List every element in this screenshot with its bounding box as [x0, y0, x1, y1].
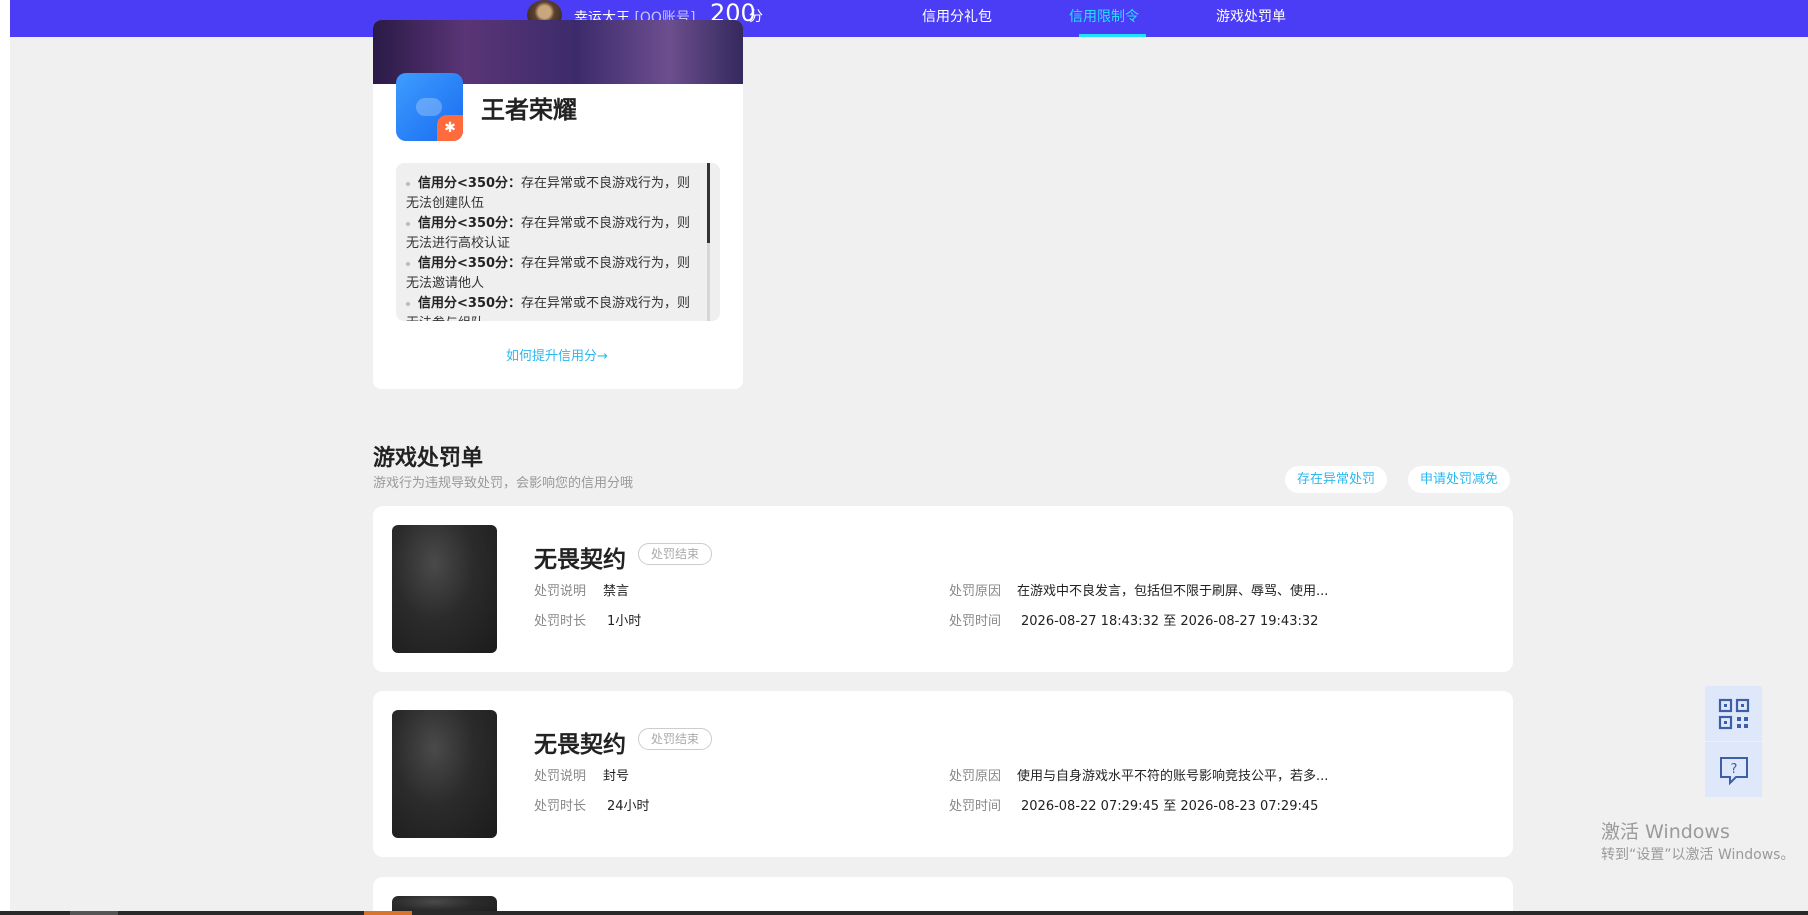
qrcode-icon	[1718, 698, 1750, 730]
taskbar-item[interactable]	[70, 911, 118, 915]
windows-activation-subtitle: 转到“设置”以激活 Windows。	[1601, 847, 1795, 863]
penalty-card[interactable]: 无畏契约 处罚结束 处罚说明 禁言 处罚时长 1小时 处罚原因 在游戏中不良发言…	[373, 506, 1513, 672]
gamepad-icon	[416, 98, 442, 116]
penalty-desc-value: 封号	[603, 769, 630, 784]
restriction-threshold: 信用分<350分：	[418, 296, 522, 311]
svg-text:?: ?	[1731, 762, 1738, 777]
help-chat-icon: ?	[1720, 757, 1748, 786]
penalty-game-name: 无畏契约	[534, 547, 626, 573]
penalty-duration-label: 处罚时长	[534, 799, 587, 814]
tab-credit-gift[interactable]: 信用分礼包	[922, 6, 992, 26]
penalty-reason-label: 处罚原因	[949, 769, 1002, 784]
penalty-time-label: 处罚时间	[949, 799, 1002, 814]
game-cover-thumbnail	[392, 710, 497, 838]
taskbar-item[interactable]	[364, 911, 412, 915]
bullet-dot	[406, 181, 410, 186]
restriction-item: 信用分<350分：存在异常或不良游戏行为，则无法创建队伍	[406, 174, 696, 214]
penalty-time-value: 2026-08-22 07:29:45 至 2026-08-23 07:29:4…	[1021, 799, 1319, 814]
restriction-scrollbar-thumb[interactable]	[707, 163, 710, 243]
bullet-dot	[406, 221, 410, 226]
restriction-threshold: 信用分<350分：	[418, 216, 522, 231]
star-badge-icon: ✱	[437, 115, 463, 141]
penalty-reason-value: 在游戏中不良发言，包括但不限于刷屏、辱骂、使用...	[1017, 584, 1329, 599]
penalty-desc-value: 禁言	[603, 584, 630, 599]
penalty-status-badge: 处罚结束	[638, 728, 713, 750]
section-subtitle: 游戏行为违规导致处罚，会影响您的信用分哦	[373, 476, 634, 491]
left-edge-strip	[0, 0, 10, 915]
windows-activation-title: 激活 Windows	[1601, 821, 1730, 843]
penalty-duration-value: 24小时	[607, 799, 650, 814]
improve-credit-link[interactable]: 如何提升信用分→	[506, 345, 608, 364]
top-nav-bar: 幸运大王 [QQ账号] 200 分 信用分礼包 信用限制令 游戏处罚单	[10, 0, 1808, 37]
penalty-card[interactable]: 无畏契约 处罚结束 处罚说明 封号 处罚时长 24小时 处罚原因 使用与自身游戏…	[373, 691, 1513, 857]
restriction-list[interactable]: 信用分<350分：存在异常或不良游戏行为，则无法创建队伍 信用分<350分：存在…	[396, 163, 720, 321]
penalty-reason-label: 处罚原因	[949, 584, 1002, 599]
appeal-penalty-button[interactable]: 申请处罚减免	[1408, 466, 1511, 493]
credit-score-unit: 分	[749, 9, 763, 25]
game-title: 王者荣耀	[481, 96, 577, 124]
taskbar-edge	[0, 911, 1808, 915]
game-cover-thumbnail	[392, 525, 497, 653]
penalty-status-badge: 处罚结束	[638, 543, 713, 565]
penalty-game-name: 无畏契约	[534, 732, 626, 758]
restriction-threshold: 信用分<350分：	[418, 256, 522, 271]
tab-game-penalty[interactable]: 游戏处罚单	[1216, 6, 1286, 26]
help-button[interactable]: ?	[1705, 742, 1762, 797]
restriction-threshold: 信用分<350分：	[418, 176, 522, 191]
penalty-desc-label: 处罚说明	[534, 769, 587, 784]
penalty-reason-value: 使用与自身游戏水平不符的账号影响竞技公平，若多...	[1017, 769, 1329, 784]
qrcode-button[interactable]	[1705, 686, 1762, 741]
game-app-icon: ✱	[396, 73, 463, 141]
tab-credit-restriction[interactable]: 信用限制令	[1069, 6, 1139, 26]
abnormal-penalty-button[interactable]: 存在异常处罚	[1285, 466, 1388, 493]
game-restriction-card: ✱ 王者荣耀 信用分<350分：存在异常或不良游戏行为，则无法创建队伍 信用分<…	[373, 20, 743, 389]
penalty-desc-label: 处罚说明	[534, 584, 587, 599]
penalty-duration-label: 处罚时长	[534, 614, 587, 629]
bullet-dot	[406, 301, 410, 306]
restriction-item: 信用分<350分：存在异常或不良游戏行为，则无法参与组队	[406, 294, 696, 321]
bullet-dot	[406, 261, 410, 266]
section-title: 游戏处罚单	[373, 446, 484, 471]
penalty-duration-value: 1小时	[607, 614, 642, 629]
restriction-item: 信用分<350分：存在异常或不良游戏行为，则无法邀请他人	[406, 254, 696, 294]
penalty-card[interactable]	[373, 877, 1513, 915]
penalty-time-label: 处罚时间	[949, 614, 1002, 629]
active-tab-underline	[1079, 34, 1146, 37]
restriction-item: 信用分<350分：存在异常或不良游戏行为，则无法进行高校认证	[406, 214, 696, 254]
penalty-time-value: 2026-08-27 18:43:32 至 2026-08-27 19:43:3…	[1021, 614, 1319, 629]
